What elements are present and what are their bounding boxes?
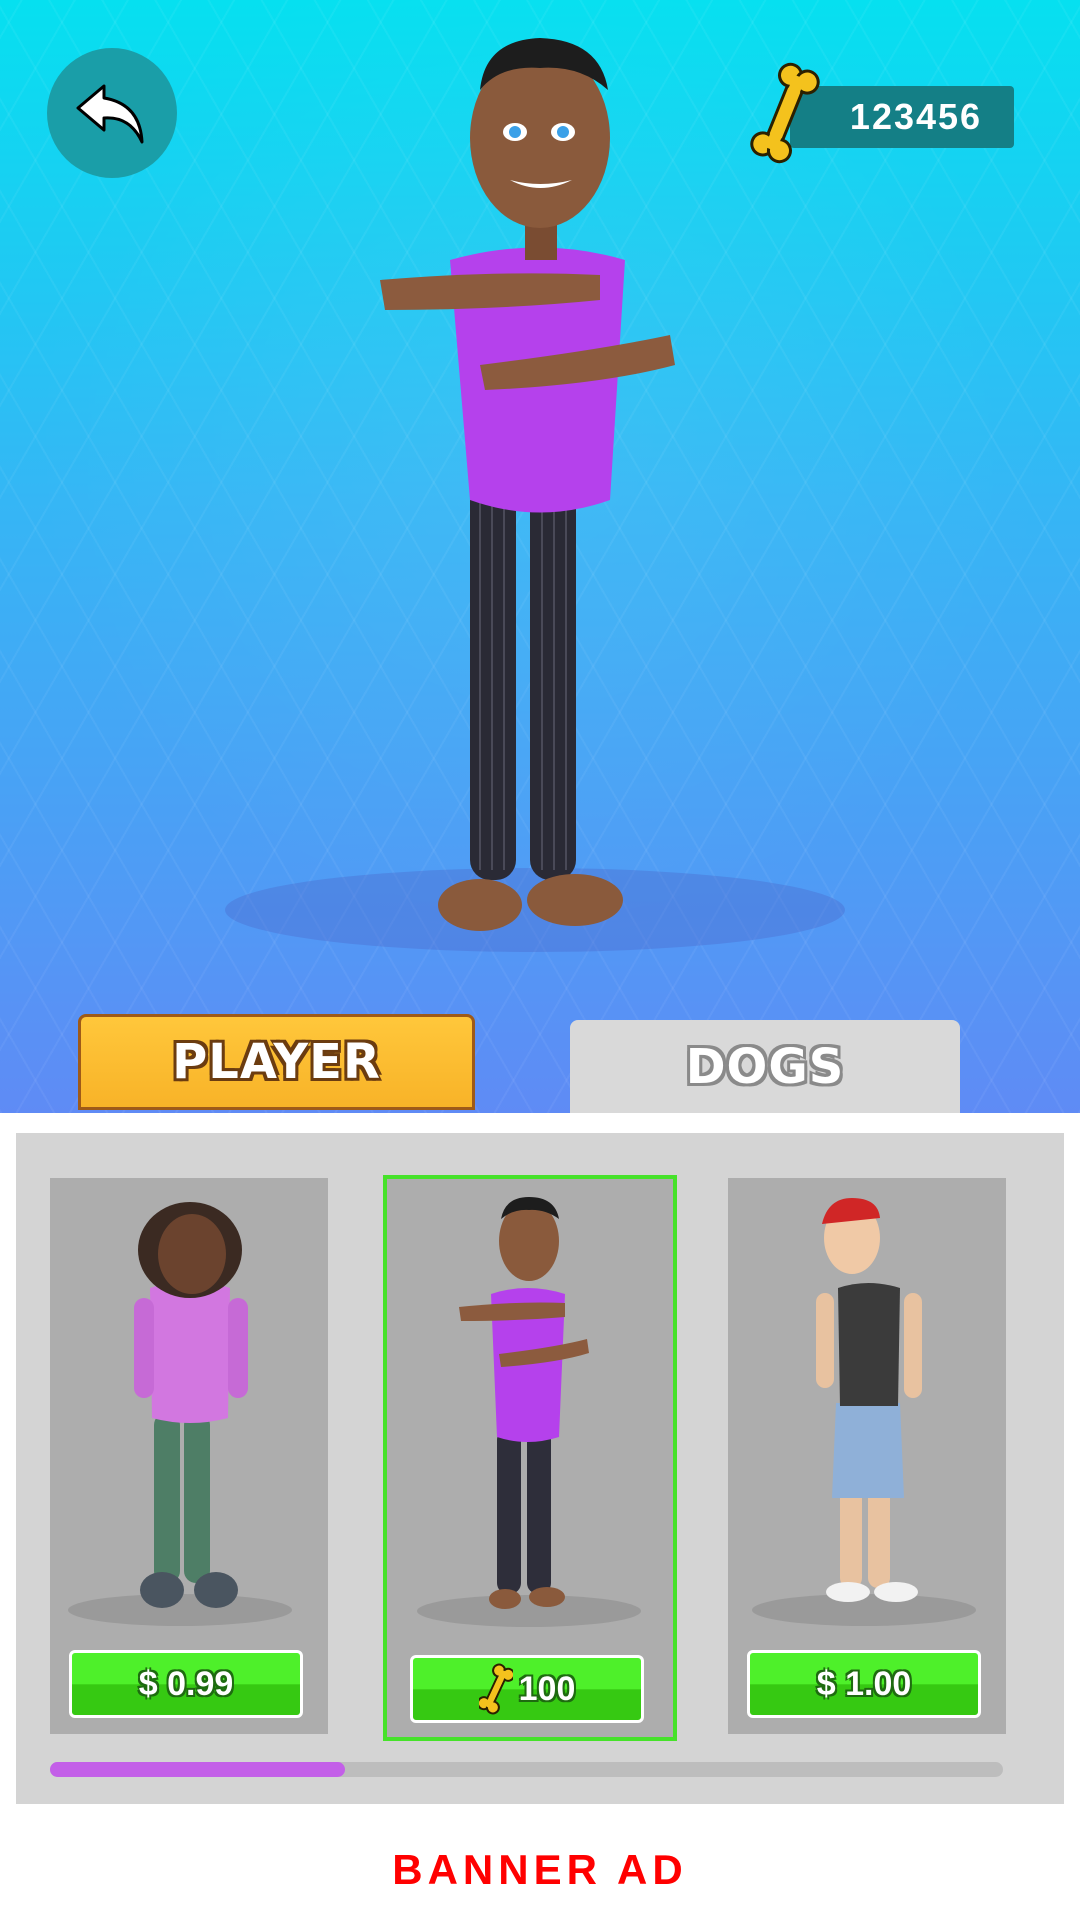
undo-arrow-icon: [76, 84, 144, 144]
character-cap-boy-figure: [752, 1198, 976, 1626]
character-list-scrollbar[interactable]: [50, 1762, 1003, 1777]
bone-icon: [750, 62, 820, 164]
tab-player[interactable]: PLAYER: [78, 1014, 475, 1110]
buy-button[interactable]: $ 0.99: [69, 1650, 303, 1718]
bone-icon: [478, 1663, 513, 1715]
price-label: $ 0.99: [138, 1664, 234, 1703]
buy-button[interactable]: 100: [410, 1655, 644, 1723]
buy-button[interactable]: $ 1.00: [747, 1650, 981, 1718]
price-label: $ 1.00: [816, 1664, 912, 1703]
tab-dogs[interactable]: DOGS: [570, 1020, 960, 1113]
character-girl-figure: [68, 1202, 292, 1626]
banner-ad[interactable]: BANNER AD: [0, 1820, 1080, 1920]
character-card-boy-cap[interactable]: $ 1.00: [728, 1178, 1006, 1734]
character-card-boy-selected[interactable]: 100: [387, 1179, 673, 1737]
scrollbar-thumb[interactable]: [50, 1762, 345, 1777]
character-boy-figure: [417, 1197, 641, 1627]
price-label: 100: [518, 1669, 576, 1708]
character-preview-stage: 123456 PLAYER DOGS: [0, 0, 1080, 1113]
back-button[interactable]: [47, 48, 177, 178]
character-card-girl[interactable]: $ 0.99: [50, 1178, 328, 1734]
currency-value: 123456: [849, 96, 983, 137]
